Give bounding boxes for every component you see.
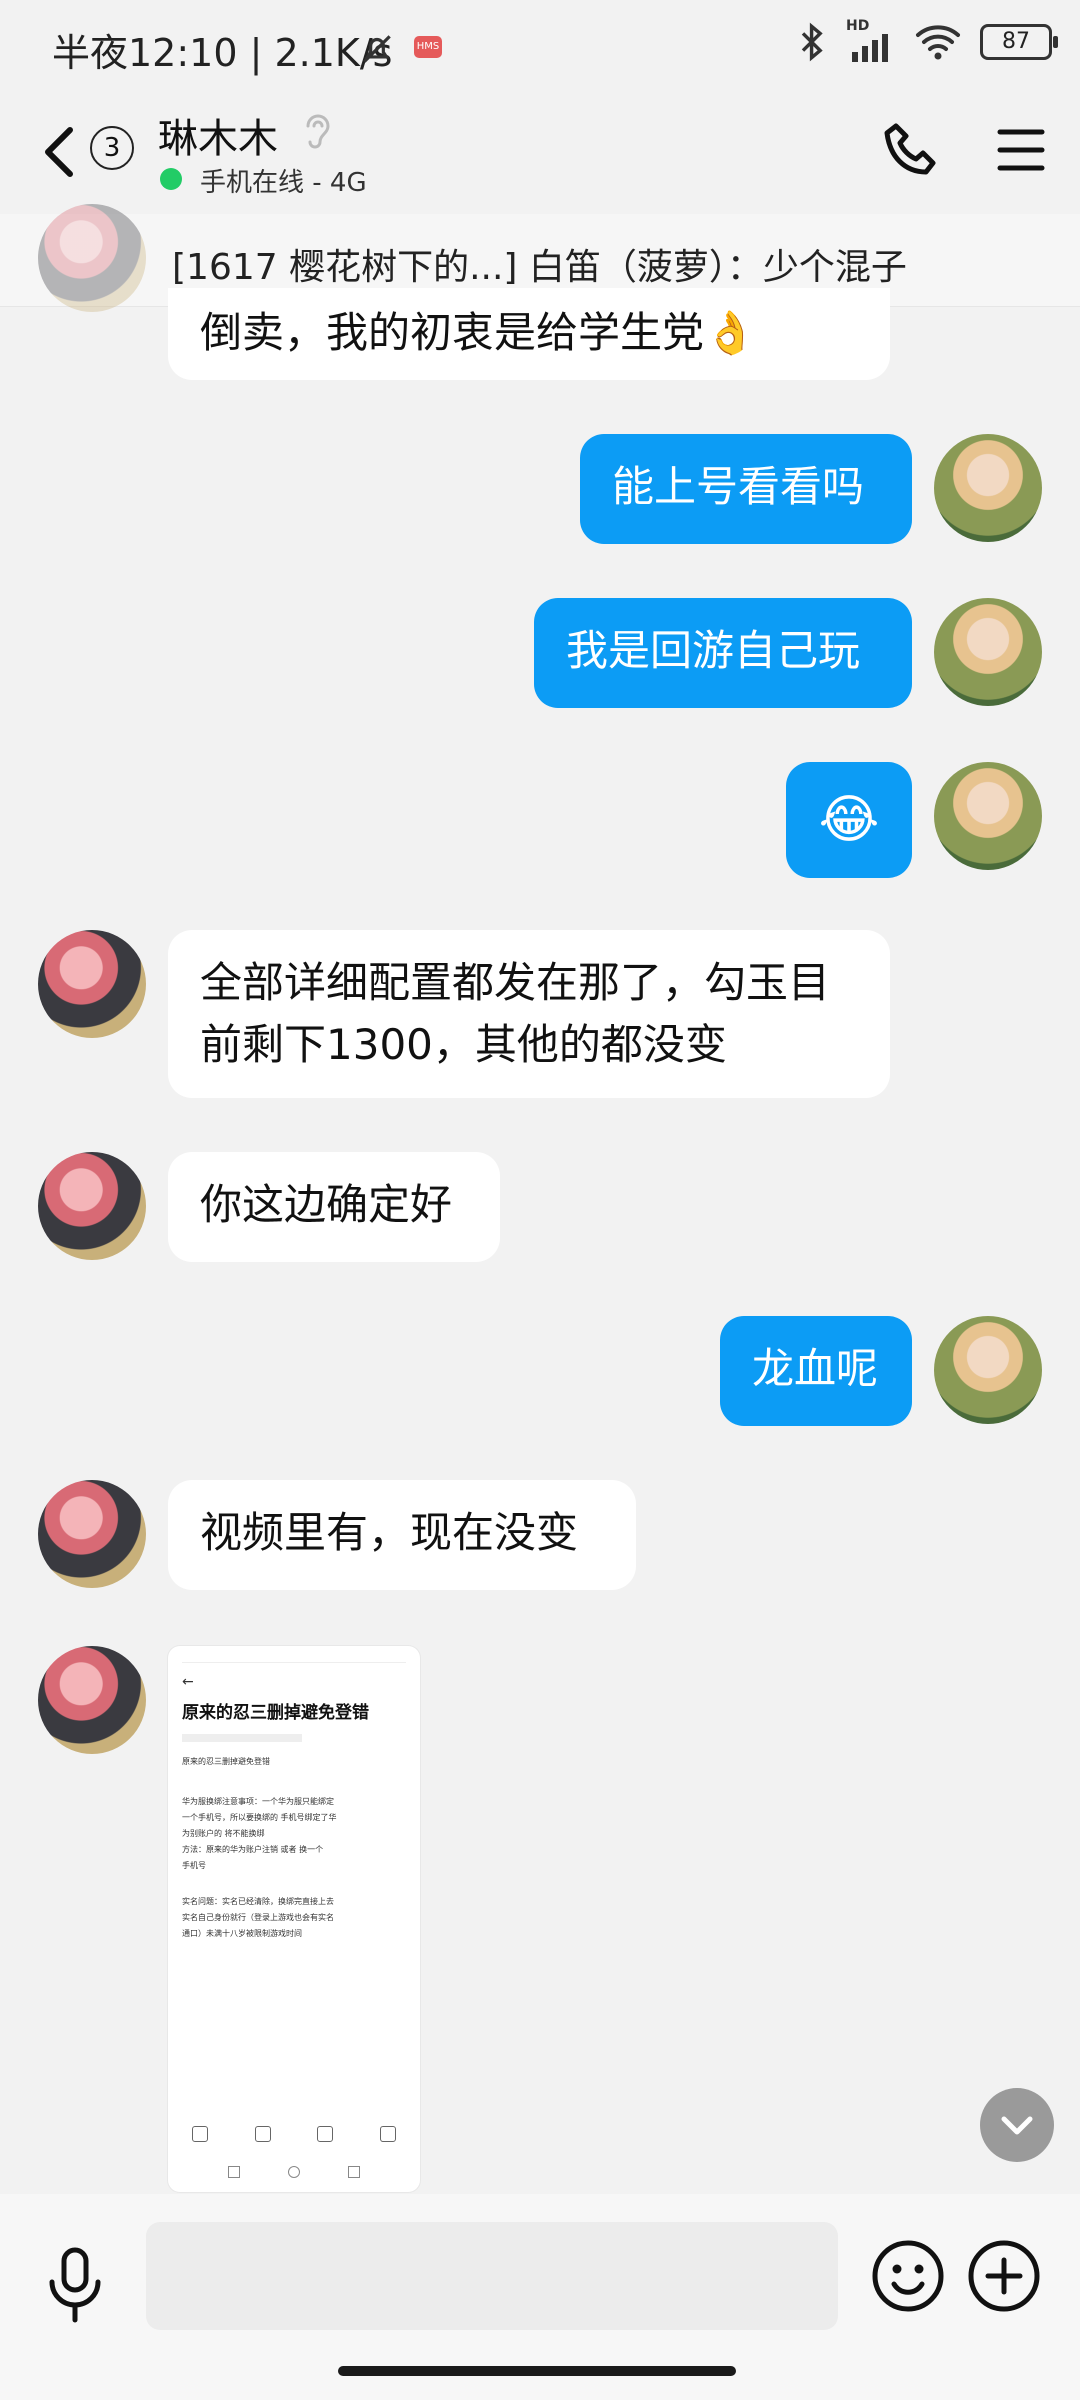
image-message[interactable]: ← 原来的忍三删掉避免登错 原来的忍三删掉避免登错 华为服换绑注意事项：一个华为…: [168, 1646, 420, 2192]
screenshot-line: 实名自己身份就行（登录上游戏也会有实名: [182, 1913, 334, 1922]
screenshot-line: 实名问题：实名已经清除，换绑完直接上去: [182, 1897, 334, 1906]
screenshot-line: 一个手机号，所以要换绑的 手机号绑定了华: [182, 1813, 337, 1822]
message-bubble[interactable]: 全部详细配置都发在那了，勾玉目前剩下1300，其他的都没变: [168, 930, 890, 1098]
wifi-icon: [916, 25, 960, 60]
message-text: 视频里有，现在没变: [200, 1508, 579, 1557]
screenshot-meta: [182, 1734, 302, 1742]
online-status-dot: [160, 168, 182, 190]
bluetooth-icon: [801, 22, 823, 62]
message-text: 龙血呢: [752, 1344, 879, 1393]
message-bubble[interactable]: 我是回游自己玩: [534, 598, 912, 708]
menu-button[interactable]: [996, 122, 1046, 178]
contact-avatar[interactable]: [38, 1646, 146, 1754]
chat-header: 3 琳木木 手机在线 - 4G: [0, 96, 1080, 214]
message-text: 倒卖，我的初衷是给学生党👌: [200, 308, 757, 357]
contact-avatar[interactable]: [38, 1152, 146, 1260]
my-avatar[interactable]: [934, 598, 1042, 706]
message-bubble[interactable]: 视频里有，现在没变: [168, 1480, 636, 1590]
message-bubble[interactable]: 你这边确定好: [168, 1152, 500, 1262]
message-bubble[interactable]: 龙血呢: [720, 1316, 912, 1426]
screenshot-toolbar: [192, 2126, 396, 2142]
contact-name[interactable]: 琳木木: [158, 106, 278, 164]
battery-indicator: 87: [980, 24, 1058, 60]
message-bubble[interactable]: 😂: [786, 762, 912, 878]
phone-call-button[interactable]: [880, 118, 944, 182]
pinned-message-text: [1617 樱花树下的...] 白笛（菠萝）：少个混子: [172, 247, 907, 288]
ear-icon: [306, 114, 330, 149]
back-button[interactable]: [36, 122, 86, 182]
screenshot-line: 通口）未满十八岁被限制游戏时间: [182, 1929, 302, 1938]
message-bubble[interactable]: 倒卖，我的初衷是给学生党👌: [168, 288, 890, 380]
home-indicator[interactable]: [338, 2366, 736, 2376]
plus-button[interactable]: [966, 2238, 1042, 2314]
status-icons: HD 87: [798, 18, 1058, 62]
screenshot-back-icon: ←: [182, 1674, 194, 1690]
message-bubble[interactable]: 能上号看看吗: [580, 434, 912, 544]
message-input[interactable]: [146, 2222, 838, 2330]
screenshot-line: 为别账户的 将不能换绑: [182, 1829, 265, 1838]
my-avatar[interactable]: [934, 434, 1042, 542]
my-avatar[interactable]: [934, 1316, 1042, 1424]
screenshot-navbar: [228, 2166, 360, 2178]
unread-count-badge[interactable]: 3: [90, 126, 134, 170]
emoji-button[interactable]: [870, 2238, 946, 2314]
screenshot-line: 手机号: [182, 1861, 206, 1870]
bell-muted-icon: [363, 35, 391, 63]
hms-badge: HMS: [414, 36, 442, 58]
contact-avatar[interactable]: [38, 1480, 146, 1588]
screenshot-title: 原来的忍三删掉避免登错: [182, 1703, 369, 1723]
screenshot-line: 华为服换绑注意事项：一个华为服只能绑定: [182, 1797, 334, 1806]
message-text: 全部详细配置都发在那了，勾玉目前剩下1300，其他的都没变: [200, 958, 831, 1069]
message-emoji: 😂: [818, 790, 880, 850]
message-text: 你这边确定好: [200, 1180, 453, 1229]
screenshot-line: 方法：原来的华为账户注销 或者 换一个: [182, 1845, 324, 1854]
chevron-down-icon: [1001, 2116, 1033, 2135]
pinned-avatar: [38, 204, 146, 312]
online-status-text: 手机在线 - 4G: [200, 168, 367, 198]
contact-avatar[interactable]: [38, 930, 146, 1038]
signal-icon: HD: [846, 18, 896, 62]
status-bar: 半夜12:10 | 2.1K/s HMS HD 87: [0, 0, 1080, 96]
scroll-to-bottom-button[interactable]: [980, 2088, 1054, 2162]
message-text: 我是回游自己玩: [566, 626, 861, 675]
voice-input-button[interactable]: [40, 2244, 110, 2324]
status-time-speed: 半夜12:10 | 2.1K/s: [52, 31, 393, 75]
my-avatar[interactable]: [934, 762, 1042, 870]
screenshot-subtitle: 原来的忍三删掉避免登错: [182, 1757, 270, 1766]
input-bar: [0, 2194, 1080, 2400]
message-text: 能上号看看吗: [612, 462, 865, 511]
screenshot-status-bar: [182, 1654, 406, 1663]
